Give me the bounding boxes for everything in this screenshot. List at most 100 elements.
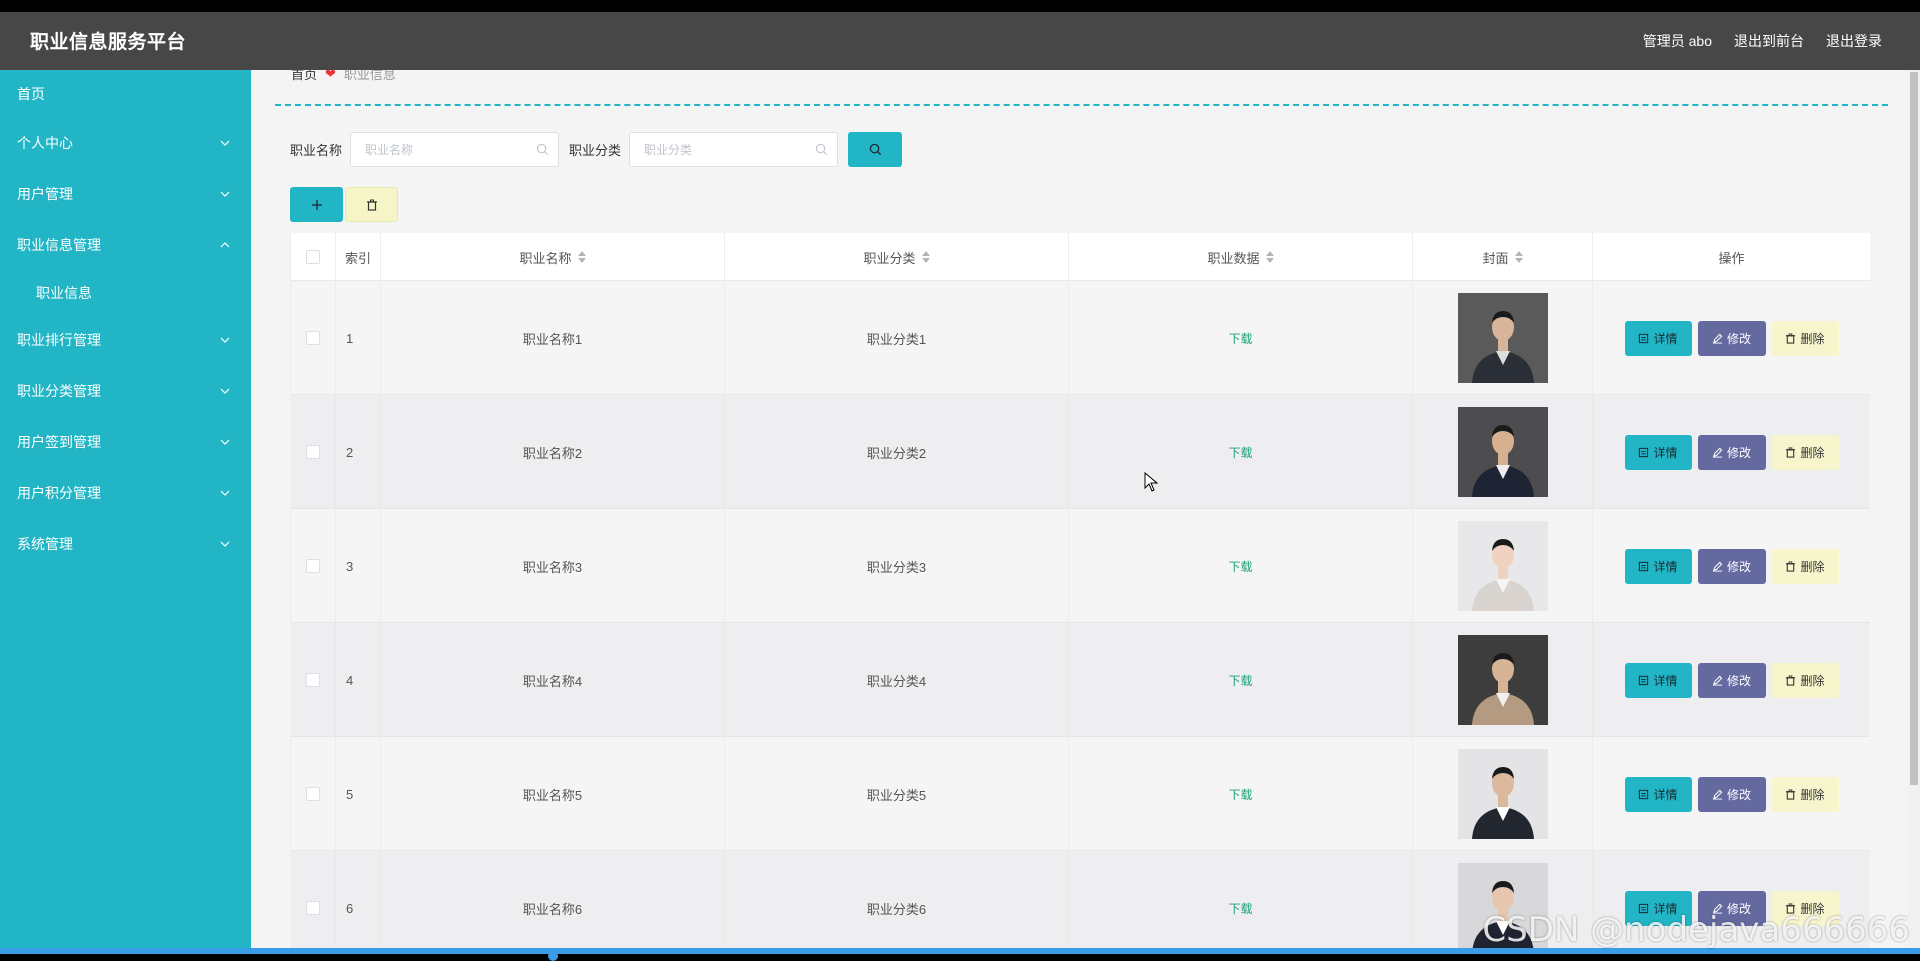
row-name: 职业名称1 xyxy=(381,281,725,395)
detail-button[interactable]: 详情 xyxy=(1624,548,1692,584)
edit-button[interactable]: 修改 xyxy=(1697,320,1766,356)
row-index: 2 xyxy=(336,395,381,509)
detail-button[interactable]: 详情 xyxy=(1624,776,1692,812)
row-category: 职业分类2 xyxy=(725,395,1069,509)
row-select-cell xyxy=(291,281,336,395)
content-panel: 职业名称 职业分类 xyxy=(275,114,1888,948)
chevron-down-icon xyxy=(219,118,231,169)
detail-button[interactable]: 详情 xyxy=(1624,434,1692,470)
delete-label: 删除 xyxy=(1800,331,1825,346)
cover-photo[interactable] xyxy=(1457,749,1548,839)
download-link[interactable]: 下载 xyxy=(1228,786,1252,803)
download-link[interactable]: 下载 xyxy=(1228,900,1252,917)
delete-button[interactable]: 删除 xyxy=(1771,776,1839,812)
back-to-front-link[interactable]: 退出到前台 xyxy=(1734,31,1804,51)
detail-button[interactable]: 详情 xyxy=(1624,662,1692,698)
detail-button[interactable]: 详情 xyxy=(1624,320,1692,356)
trash-icon xyxy=(1786,446,1796,458)
edit-button[interactable]: 修改 xyxy=(1697,548,1766,584)
download-link[interactable]: 下载 xyxy=(1228,444,1252,461)
edit-button[interactable]: 修改 xyxy=(1697,662,1766,698)
row-checkbox[interactable] xyxy=(306,673,320,687)
header-category[interactable]: 职业分类 xyxy=(725,233,1069,281)
delete-label: 删除 xyxy=(1800,673,1825,688)
row-data: 下载 xyxy=(1069,623,1413,737)
sidebar-item-user-points-management[interactable]: 用户积分管理 xyxy=(0,468,251,519)
pencil-icon xyxy=(1712,789,1723,800)
sidebar-item-career-category-management[interactable]: 职业分类管理 xyxy=(0,366,251,417)
add-button[interactable] xyxy=(290,187,343,222)
logout-link[interactable]: 退出登录 xyxy=(1826,31,1882,51)
vertical-scrollbar[interactable] xyxy=(1908,70,1920,948)
heart-separator-icon: ❤ xyxy=(325,70,336,81)
sort-icon[interactable] xyxy=(577,251,586,263)
header-cover-label: 封面 xyxy=(1482,250,1509,266)
row-checkbox[interactable] xyxy=(306,787,320,801)
header-name[interactable]: 职业名称 xyxy=(381,233,725,281)
row-checkbox[interactable] xyxy=(306,331,320,345)
name-search-input[interactable] xyxy=(351,133,522,166)
sidebar-item-user-checkin-management[interactable]: 用户签到管理 xyxy=(0,417,251,468)
row-name: 职业名称5 xyxy=(381,737,725,851)
row-category-value: 职业分类5 xyxy=(866,787,927,803)
cover-photo[interactable] xyxy=(1457,407,1548,497)
row-category-value: 职业分类2 xyxy=(866,445,927,461)
detail-label: 详情 xyxy=(1653,787,1678,802)
scrollbar-thumb[interactable] xyxy=(1910,72,1918,785)
breadcrumb-divider xyxy=(275,104,1888,106)
table-row: 4 职业名称4 职业分类4 下载 详情 修改 删除 xyxy=(291,623,1870,737)
delete-button[interactable]: 删除 xyxy=(1771,434,1839,470)
row-category-value: 职业分类6 xyxy=(866,901,927,917)
row-checkbox[interactable] xyxy=(306,901,320,915)
row-checkbox[interactable] xyxy=(306,559,320,573)
row-name: 职业名称3 xyxy=(381,509,725,623)
header-data-label: 职业数据 xyxy=(1207,250,1260,266)
sidebar-item-career-info[interactable]: 职业信息 xyxy=(0,271,251,315)
header-cover[interactable]: 封面 xyxy=(1413,233,1593,281)
trash-icon xyxy=(1786,332,1796,344)
sidebar-item-system-management[interactable]: 系统管理 xyxy=(0,519,251,570)
download-link[interactable]: 下载 xyxy=(1228,330,1252,347)
sort-icon[interactable] xyxy=(1265,251,1274,263)
chevron-up-icon xyxy=(219,220,231,271)
trash-icon xyxy=(366,199,377,211)
header-ops: 操作 xyxy=(1593,233,1870,281)
sidebar-item-home[interactable]: 首页 xyxy=(0,70,251,118)
row-name: 职业名称4 xyxy=(381,623,725,737)
sidebar-item-career-info-management[interactable]: 职业信息管理 xyxy=(0,220,251,271)
row-cover xyxy=(1413,737,1593,851)
sidebar-item-career-ranking-management[interactable]: 职业排行管理 xyxy=(0,315,251,366)
breadcrumb-home[interactable]: 首页 xyxy=(291,70,317,83)
sidebar-item-user-management[interactable]: 用户管理 xyxy=(0,169,251,220)
sort-icon[interactable] xyxy=(1514,251,1523,263)
chevron-down-icon xyxy=(219,366,231,417)
row-checkbox[interactable] xyxy=(306,445,320,459)
document-icon xyxy=(1639,561,1649,571)
row-data: 下载 xyxy=(1069,851,1413,948)
cover-photo[interactable] xyxy=(1457,293,1548,383)
sort-icon[interactable] xyxy=(921,251,930,263)
delete-button[interactable]: 删除 xyxy=(1771,548,1839,584)
edit-label: 修改 xyxy=(1726,673,1751,688)
cover-photo[interactable] xyxy=(1457,635,1548,725)
pencil-icon xyxy=(1712,675,1723,686)
header-data[interactable]: 职业数据 xyxy=(1069,233,1413,281)
document-icon xyxy=(1639,447,1649,457)
delete-button[interactable]: 删除 xyxy=(1771,320,1839,356)
edit-button[interactable]: 修改 xyxy=(1697,434,1766,470)
delete-button[interactable]: 删除 xyxy=(1771,662,1839,698)
batch-delete-button[interactable] xyxy=(345,187,398,222)
cover-photo[interactable] xyxy=(1457,521,1548,611)
chevron-down-icon xyxy=(219,169,231,220)
sidebar-item-label: 系统管理 xyxy=(17,536,73,552)
download-link[interactable]: 下载 xyxy=(1228,558,1252,575)
sidebar-item-label: 用户管理 xyxy=(17,186,73,202)
search-button[interactable] xyxy=(848,132,903,167)
select-all-checkbox[interactable] xyxy=(306,250,320,264)
chevron-down-icon xyxy=(219,417,231,468)
download-link[interactable]: 下载 xyxy=(1228,672,1252,689)
category-search-input[interactable] xyxy=(630,133,801,166)
edit-button[interactable]: 修改 xyxy=(1697,776,1766,812)
row-name-value: 职业名称4 xyxy=(522,673,583,689)
sidebar-item-personal-center[interactable]: 个人中心 xyxy=(0,118,251,169)
